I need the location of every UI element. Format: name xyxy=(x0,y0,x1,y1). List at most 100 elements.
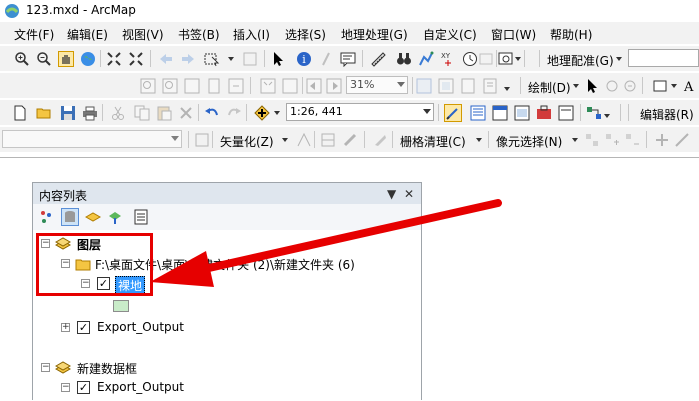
toc-pin-button[interactable]: ▼ xyxy=(387,187,396,201)
menu-file[interactable]: 文件(F) xyxy=(14,26,54,43)
dropdown-arrow-icon[interactable] xyxy=(573,84,579,88)
toc-close-button[interactable]: ✕ xyxy=(404,187,414,201)
map-scale-combobox[interactable]: 1:26, 441 xyxy=(286,103,434,121)
layer-name[interactable]: Export_Output xyxy=(97,320,184,334)
list-by-drawing-order-icon[interactable] xyxy=(39,209,55,225)
arctoolbox-icon[interactable] xyxy=(536,105,552,121)
zoom-100-icon[interactable] xyxy=(228,78,244,94)
fixed-zoom-out-layout-icon[interactable] xyxy=(282,78,298,94)
list-by-visibility-icon[interactable] xyxy=(85,209,101,225)
catalog-window-icon[interactable] xyxy=(492,105,508,121)
data-driven-pages-icon[interactable] xyxy=(482,78,498,94)
open-folder-icon[interactable] xyxy=(36,105,52,121)
fixed-zoom-in-layout-icon[interactable] xyxy=(260,78,276,94)
fixed-zoom-in-icon[interactable] xyxy=(106,51,122,67)
zoom-in-icon[interactable] xyxy=(14,51,30,67)
copy-icon[interactable] xyxy=(134,105,150,121)
layer-visibility-checkbox[interactable]: ✓ xyxy=(77,381,90,394)
find-binoculars-icon[interactable] xyxy=(396,51,412,67)
georeferencing-menu[interactable]: 地理配准(G) xyxy=(547,52,614,69)
create-viewer-window-icon[interactable] xyxy=(498,51,514,67)
vectorization-menu[interactable]: 矢量化(Z) xyxy=(220,133,274,150)
previous-extent-layout-icon[interactable] xyxy=(306,78,322,94)
collapse-toggle[interactable]: − xyxy=(41,363,50,372)
select-arrow-icon[interactable] xyxy=(270,51,286,67)
menu-edit[interactable]: 编辑(E) xyxy=(67,26,108,43)
html-popup-icon[interactable] xyxy=(340,51,356,67)
cell-selection-plus-icon[interactable] xyxy=(654,132,670,148)
menu-geoprocessing[interactable]: 地理处理(G) xyxy=(341,26,408,43)
paste-icon[interactable] xyxy=(156,105,172,121)
forward-arrow-icon[interactable] xyxy=(180,51,196,67)
interactive-selection-icon[interactable] xyxy=(604,132,620,148)
generate-features-icon[interactable] xyxy=(342,132,358,148)
zoom-out-icon[interactable] xyxy=(36,51,52,67)
zoom-whole-page-icon[interactable] xyxy=(206,78,222,94)
dropdown-arrow-icon[interactable] xyxy=(228,57,234,61)
dropdown-arrow-icon[interactable] xyxy=(671,84,677,88)
menu-insert[interactable]: 插入(I) xyxy=(233,26,270,43)
raster-line-width-icon[interactable] xyxy=(674,132,690,148)
table-of-contents-icon[interactable] xyxy=(470,105,486,121)
menu-help[interactable]: 帮助(H) xyxy=(550,26,592,43)
undo-icon[interactable] xyxy=(204,105,220,121)
back-arrow-icon[interactable] xyxy=(158,51,174,67)
dropdown-arrow-icon[interactable] xyxy=(274,111,280,115)
arcscan-raster-combobox[interactable] xyxy=(2,130,182,148)
cell-selection-menu[interactable]: 像元选择(N) xyxy=(496,133,562,150)
data-frame-name[interactable]: 新建数据框 xyxy=(77,360,137,377)
identify-icon[interactable]: i xyxy=(296,51,312,67)
dropdown-arrow-icon[interactable] xyxy=(604,114,610,118)
dropdown-arrow-icon[interactable] xyxy=(616,57,622,61)
fixed-zoom-out-icon[interactable] xyxy=(128,51,144,67)
change-layout-icon[interactable] xyxy=(460,78,476,94)
next-extent-layout-icon[interactable] xyxy=(326,78,342,94)
toggle-draft-mode-icon[interactable] xyxy=(416,78,432,94)
select-connected-cells-icon[interactable] xyxy=(584,132,600,148)
dropdown-arrow-icon[interactable] xyxy=(282,138,288,142)
drawing-menu[interactable]: 绘制(D) xyxy=(528,79,571,96)
georef-layer-combobox[interactable] xyxy=(628,49,699,67)
measure-icon[interactable] xyxy=(370,51,386,67)
rectangle-icon[interactable] xyxy=(652,78,668,94)
layer-symbol-swatch[interactable] xyxy=(113,300,129,312)
time-slider-icon[interactable] xyxy=(462,51,478,67)
pan-hand-icon[interactable] xyxy=(58,51,74,67)
raster-painting-icon[interactable] xyxy=(372,132,388,148)
layout-pan-icon[interactable] xyxy=(184,78,200,94)
select-graphics-arrow-icon[interactable] xyxy=(584,78,600,94)
full-extent-globe-icon[interactable] xyxy=(80,51,96,67)
vectorization-trace-icon[interactable] xyxy=(296,132,312,148)
cut-icon[interactable] xyxy=(110,105,126,121)
menu-selection[interactable]: 选择(S) xyxy=(285,26,326,43)
dropdown-arrow-icon[interactable] xyxy=(504,87,510,91)
focus-data-frame-icon[interactable] xyxy=(438,78,454,94)
search-window-icon[interactable] xyxy=(514,105,530,121)
print-icon[interactable] xyxy=(82,105,98,121)
find-route-icon[interactable] xyxy=(418,51,434,67)
layout-zoom-in-icon[interactable] xyxy=(140,78,156,94)
swipe-icon[interactable] xyxy=(478,51,494,67)
dropdown-arrow-icon[interactable] xyxy=(476,138,482,142)
editor-toolbar-icon[interactable] xyxy=(444,104,462,122)
list-by-source-icon[interactable] xyxy=(61,208,79,226)
select-elements-icon[interactable] xyxy=(204,51,220,67)
rotate-icon[interactable] xyxy=(604,78,620,94)
go-to-xy-icon[interactable]: XY xyxy=(440,51,456,67)
list-by-selection-icon[interactable] xyxy=(107,209,123,225)
dropdown-arrow-icon[interactable] xyxy=(572,138,578,142)
raster-snapping-icon[interactable] xyxy=(194,132,210,148)
python-window-icon[interactable] xyxy=(558,105,574,121)
raster-cleanup-menu[interactable]: 栅格清理(C) xyxy=(400,133,466,150)
collapse-toggle[interactable]: − xyxy=(61,383,70,392)
delete-icon[interactable] xyxy=(178,105,194,121)
dropdown-arrow-icon[interactable] xyxy=(515,57,521,61)
new-document-icon[interactable] xyxy=(12,105,28,121)
expand-toggle[interactable]: + xyxy=(61,323,70,332)
layout-zoom-out-icon[interactable] xyxy=(162,78,178,94)
layer-name[interactable]: Export_Output xyxy=(97,380,184,394)
zoom-to-selected-icon[interactable] xyxy=(622,78,638,94)
clear-selection-icon[interactable] xyxy=(242,51,258,67)
menu-windows[interactable]: 窗口(W) xyxy=(491,26,536,43)
redo-icon[interactable] xyxy=(226,105,242,121)
